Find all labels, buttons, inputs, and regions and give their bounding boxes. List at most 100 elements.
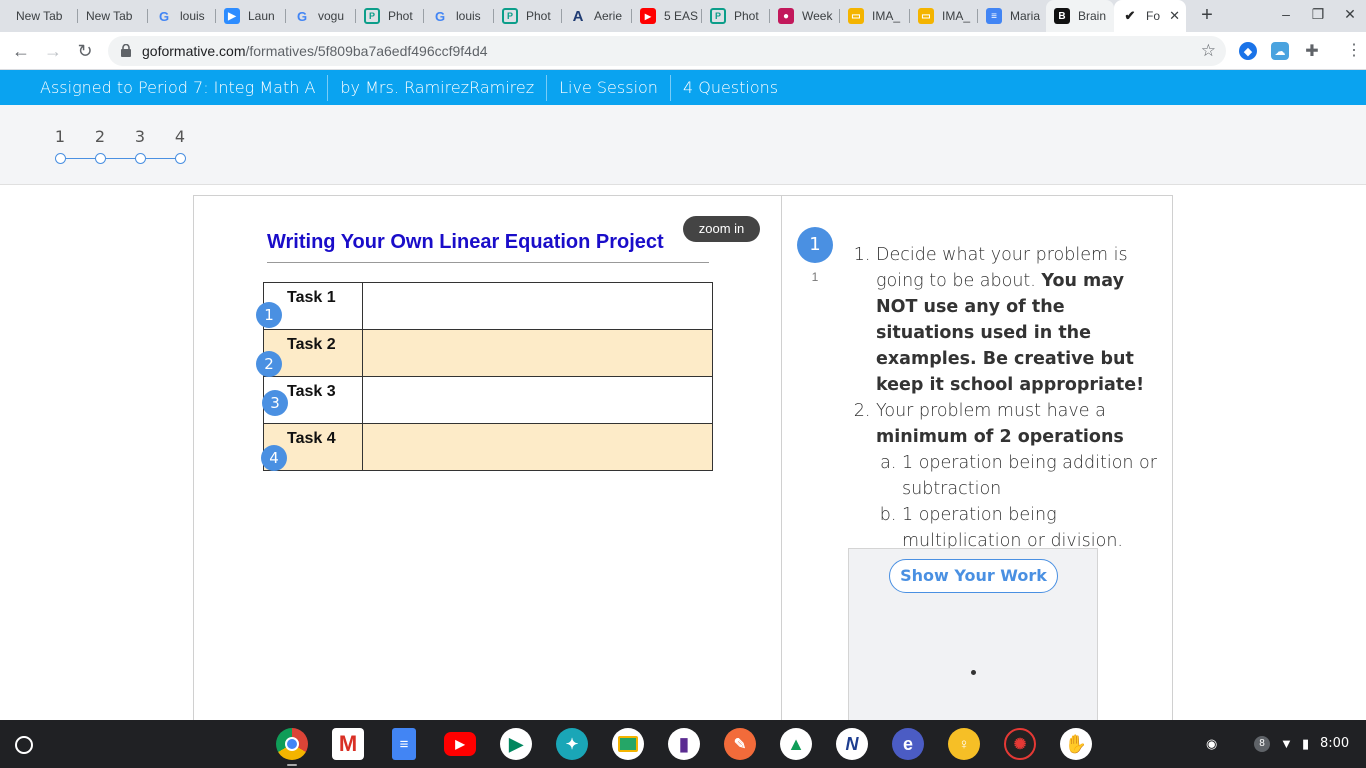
- table-row: Task 1: [263, 282, 713, 330]
- tab-docs[interactable]: ≡ Maria: [978, 0, 1046, 32]
- address-bar[interactable]: goformative.com/formatives/5f809ba7a6edf…: [108, 36, 1226, 66]
- menu-kebab-icon[interactable]: ⋮: [1346, 40, 1362, 60]
- assignment-header: Assigned to Period 7: Integ Math A by Mr…: [0, 70, 1366, 105]
- google-icon: G: [434, 8, 446, 24]
- launcher-icon[interactable]: [15, 736, 33, 754]
- youtube-icon: ▶: [640, 8, 656, 24]
- running-indicator: [287, 764, 297, 766]
- close-icon[interactable]: ✕: [1169, 8, 1180, 24]
- battery-icon[interactable]: ▮: [1302, 736, 1309, 752]
- table-row: Task 3: [263, 376, 713, 424]
- tab-photomath-2[interactable]: P Phot: [494, 0, 562, 32]
- session-type: Live Session: [547, 74, 671, 101]
- tab-photomath-3[interactable]: P Phot: [702, 0, 770, 32]
- tab-label: louis: [180, 9, 205, 23]
- url-host: goformative.com: [142, 43, 246, 59]
- notification-count-badge[interactable]: 8: [1254, 736, 1270, 752]
- chrome-icon[interactable]: [276, 728, 308, 760]
- tab-aerie[interactable]: A Aerie: [562, 0, 632, 32]
- tab-classroom[interactable]: ● Week: [770, 0, 840, 32]
- task-cell: [362, 282, 713, 330]
- tab-zoom[interactable]: ▶ Laun: [216, 0, 286, 32]
- work-area[interactable]: Show Your Work: [848, 548, 1098, 728]
- volume-icon[interactable]: ◉: [1206, 736, 1217, 752]
- tab-formative-active[interactable]: ✔ Fo ✕: [1114, 0, 1186, 32]
- tab-label: Laun: [248, 9, 275, 23]
- question-dot-1[interactable]: [55, 153, 66, 164]
- extensions-puzzle-icon[interactable]: ✚: [1303, 42, 1321, 60]
- bookmark-star-icon[interactable]: ☆: [1201, 41, 1216, 61]
- task-table: Task 1 Task 2 Task 3 Task 4: [263, 282, 713, 471]
- pencil-app-icon[interactable]: ✎: [724, 728, 756, 760]
- response-marker-3[interactable]: 3: [262, 390, 288, 416]
- app-icon[interactable]: ▮: [668, 728, 700, 760]
- title-underline: [267, 262, 709, 263]
- question-points: 1: [811, 270, 819, 284]
- slides-icon: ▭: [918, 8, 934, 24]
- tab-google-3[interactable]: Glouis: [424, 0, 494, 32]
- tab-new-tab-1[interactable]: New Tab: [0, 0, 78, 32]
- question-prompt: Decide what your problem is going to be …: [848, 242, 1166, 554]
- question-nav-3[interactable]: 3: [130, 127, 150, 146]
- app-icon[interactable]: N: [836, 728, 868, 760]
- classroom-icon[interactable]: [612, 728, 644, 760]
- response-marker-1[interactable]: 1: [256, 302, 282, 328]
- question-dot-2[interactable]: [95, 153, 106, 164]
- forward-icon[interactable]: →: [42, 40, 64, 62]
- progress-line: [60, 158, 180, 159]
- question-nav-1[interactable]: 1: [50, 127, 70, 146]
- minimize-icon[interactable]: –: [1276, 6, 1296, 22]
- tab-brainly[interactable]: B Brain: [1046, 0, 1114, 32]
- youtube-icon[interactable]: ▶: [444, 732, 476, 756]
- reload-icon[interactable]: ↻: [74, 40, 96, 62]
- zoom-in-button[interactable]: zoom in: [683, 216, 760, 242]
- tab-youtube[interactable]: ▶ 5 EAS: [632, 0, 702, 32]
- tab-label: vogu: [318, 9, 345, 23]
- instruction-text: Your problem must have a: [876, 401, 1106, 421]
- clock[interactable]: 8:00: [1320, 736, 1349, 751]
- back-icon[interactable]: ←: [10, 40, 32, 62]
- tab-google-1[interactable]: Glouis: [148, 0, 216, 32]
- extension-cloud-icon[interactable]: ☁: [1271, 42, 1289, 60]
- tab-slides-2[interactable]: ▭ IMA_: [910, 0, 978, 32]
- slides-icon: ▭: [848, 8, 864, 24]
- tab-slides-1[interactable]: ▭ IMA_: [840, 0, 910, 32]
- app-icon[interactable]: e: [892, 728, 924, 760]
- response-marker-2[interactable]: 2: [256, 351, 282, 377]
- question-number-badge: 1: [797, 227, 833, 263]
- task-cell: [362, 376, 713, 424]
- window-close-icon[interactable]: ✕: [1340, 6, 1360, 23]
- show-your-work-button[interactable]: Show Your Work: [889, 559, 1058, 593]
- keep-icon[interactable]: ♀: [948, 728, 980, 760]
- drive-icon[interactable]: ▲: [780, 728, 812, 760]
- question-nav-2[interactable]: 2: [90, 127, 110, 146]
- wifi-icon[interactable]: ▼: [1280, 736, 1293, 751]
- tab-photomath-1[interactable]: P Phot: [356, 0, 424, 32]
- restore-icon[interactable]: ❐: [1308, 6, 1328, 23]
- google-icon: G: [158, 8, 170, 24]
- instruction-bold-text: minimum of 2 operations: [876, 427, 1124, 447]
- play-store-icon[interactable]: ▶: [500, 728, 532, 760]
- question-dot-3[interactable]: [135, 153, 146, 164]
- new-tab-button[interactable]: +: [1196, 4, 1218, 28]
- app-icon[interactable]: ✦: [556, 728, 588, 760]
- extension-shield-icon[interactable]: ◆: [1239, 42, 1257, 60]
- response-marker-4[interactable]: 4: [261, 445, 287, 471]
- question-nav-4[interactable]: 4: [170, 127, 190, 146]
- tab-new-tab-2[interactable]: New Tab: [78, 0, 148, 32]
- docs-icon[interactable]: ≡: [392, 728, 416, 760]
- question-navigator: 1 2 3 4: [0, 105, 1366, 185]
- table-row: Task 2: [263, 329, 713, 377]
- photomath-icon: P: [364, 8, 380, 24]
- tab-google-2[interactable]: Gvogu: [286, 0, 356, 32]
- gmail-icon[interactable]: M: [332, 728, 364, 760]
- table-row: Task 4: [263, 423, 713, 471]
- tab-label: Week: [802, 9, 833, 23]
- lock-icon: [121, 44, 131, 57]
- tab-label: New Tab: [86, 9, 133, 23]
- drawing-dot: [971, 670, 976, 675]
- app-icon[interactable]: ✺: [1004, 728, 1036, 760]
- photomath-icon: P: [710, 8, 726, 24]
- app-icon[interactable]: ✋: [1060, 728, 1092, 760]
- question-dot-4[interactable]: [175, 153, 186, 164]
